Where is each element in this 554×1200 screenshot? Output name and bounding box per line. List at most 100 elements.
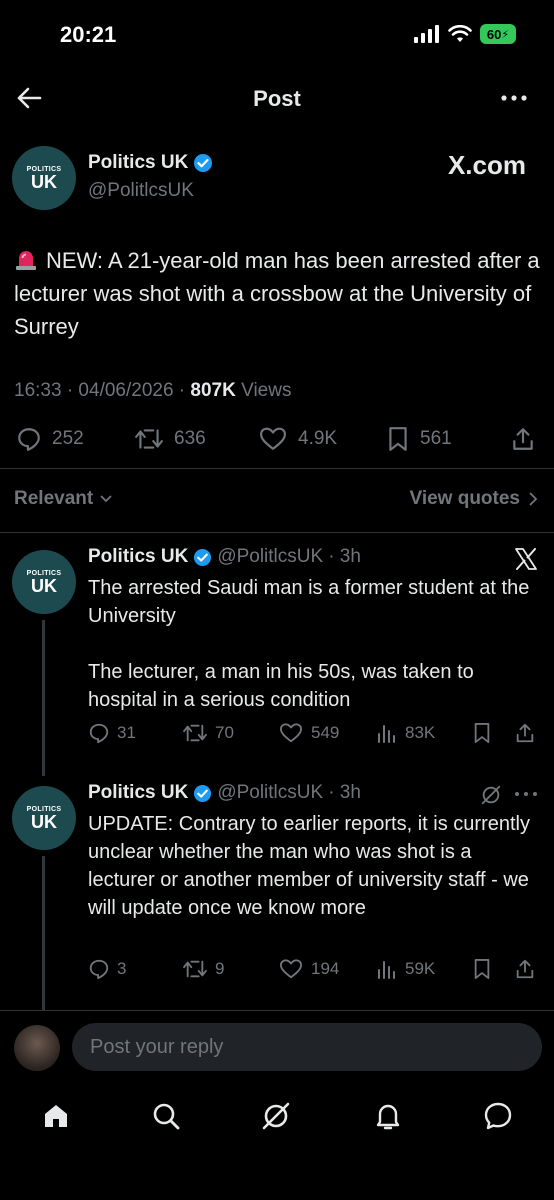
more-options-button[interactable] <box>500 88 528 108</box>
bell-icon <box>376 1104 400 1130</box>
repost-icon <box>183 724 207 742</box>
x-logo-icon <box>515 548 537 570</box>
repost-icon <box>183 960 207 978</box>
reply-repost-button[interactable]: 9 <box>182 958 224 980</box>
search-icon <box>153 1103 180 1130</box>
reply-views-button[interactable]: 59K <box>376 958 435 980</box>
tab-messages[interactable] <box>482 1100 514 1132</box>
battery-indicator: 60 ⚡ <box>480 24 516 44</box>
divider <box>0 468 554 469</box>
post-meta: 16:33 · 04/06/2026 · 807K Views <box>14 380 291 402</box>
messages-icon <box>484 1102 512 1130</box>
reply-bookmark-button[interactable] <box>472 958 492 980</box>
reply-like-button[interactable]: 194 <box>278 958 339 980</box>
repost-count: 636 <box>174 428 206 449</box>
reply-author-handle[interactable]: @PolitlcsUK <box>217 546 323 568</box>
reply-count: 31 <box>117 723 136 742</box>
grok-icon <box>481 785 501 805</box>
reply-like-button[interactable]: 549 <box>278 722 339 744</box>
thread-line <box>42 856 45 1010</box>
like-count: 549 <box>311 723 340 742</box>
bookmark-icon <box>474 959 490 979</box>
home-icon <box>45 1105 67 1127</box>
reply-time: · 3h <box>328 546 361 567</box>
tab-home[interactable] <box>40 1100 72 1132</box>
reply-avatar[interactable]: POLITICS UK <box>12 786 76 850</box>
status-icons: 60 ⚡ <box>414 24 516 44</box>
reply-reply-button[interactable]: 31 <box>88 722 136 744</box>
views-count: 59K <box>405 959 436 978</box>
source-label: X.com <box>447 150 526 180</box>
share-icon <box>516 959 534 979</box>
page-title: Post <box>253 86 301 111</box>
divider <box>0 532 554 533</box>
reply-share-button[interactable] <box>514 958 536 980</box>
views-icon <box>378 725 395 743</box>
reply-author-name[interactable]: Politics UK <box>88 782 188 804</box>
bookmark-icon <box>389 427 407 451</box>
reply-bookmark-button[interactable] <box>472 722 492 744</box>
like-button[interactable]: 4.9K <box>258 426 337 452</box>
reply-avatar[interactable]: POLITICS UK <box>12 550 76 614</box>
reply-time: · 3h <box>328 782 361 803</box>
wifi-icon <box>448 25 472 42</box>
reply-input-placeholder: Post your reply <box>90 1035 224 1058</box>
reply-repost-button[interactable]: 70 <box>182 722 234 744</box>
battery-level: 60 <box>486 26 502 42</box>
post-body: NEW: A 21-year-old man has been arrested… <box>14 248 540 339</box>
reply-count: 252 <box>52 428 84 449</box>
views-icon <box>378 961 395 979</box>
view-quotes-link[interactable]: View quotes <box>409 488 538 510</box>
thread-line <box>42 620 45 776</box>
like-count: 194 <box>311 959 340 978</box>
divider <box>0 1010 554 1011</box>
reply-input[interactable]: Post your reply <box>72 1023 542 1071</box>
source-logo <box>514 548 538 570</box>
reply-author-name[interactable]: Politics UK <box>88 546 188 568</box>
heart-icon <box>279 723 302 743</box>
author-name[interactable]: Politics UK <box>88 152 213 174</box>
reply-views-button[interactable]: 83K <box>376 722 435 744</box>
view-quotes-label: View quotes <box>409 488 520 509</box>
repost-count: 70 <box>215 723 234 742</box>
tab-grok[interactable] <box>260 1100 292 1132</box>
post-text: NEW: A 21-year-old man has been arrested… <box>14 244 542 343</box>
share-icon <box>516 723 534 743</box>
author-handle[interactable]: @PolitlcsUK <box>88 180 194 202</box>
reply-icon <box>89 959 109 980</box>
views-count: 807K <box>190 380 236 401</box>
signal-icon <box>414 25 439 43</box>
share-button[interactable] <box>510 426 536 452</box>
reply-header: Politics UK @PolitlcsUK · 3h <box>88 546 361 568</box>
reply-icon <box>18 428 40 451</box>
share-icon <box>513 428 533 450</box>
verified-badge-icon <box>194 784 212 802</box>
reply-button[interactable]: 252 <box>16 426 84 452</box>
more-icon <box>501 95 527 101</box>
tab-search[interactable] <box>150 1100 182 1132</box>
reply-text: UPDATE: Contrary to earlier reports, it … <box>88 813 530 919</box>
views-count: 83K <box>405 723 436 742</box>
heart-icon <box>260 427 286 450</box>
tab-notifications[interactable] <box>372 1100 404 1132</box>
reply-text: The arrested Saudi man is a former stude… <box>88 577 530 711</box>
reply-author-handle[interactable]: @PolitlcsUK <box>217 782 323 804</box>
grok-button[interactable] <box>480 784 502 806</box>
bookmark-icon <box>474 723 490 743</box>
reply-share-button[interactable] <box>514 722 536 744</box>
current-user-avatar[interactable] <box>14 1025 60 1071</box>
reply-reply-button[interactable]: 3 <box>88 958 126 980</box>
reply-count: 3 <box>117 959 127 978</box>
grok-icon <box>262 1102 290 1130</box>
author-avatar[interactable]: POLITICS UK <box>12 146 76 210</box>
author-name-text: Politics UK <box>88 152 189 173</box>
repost-button[interactable]: 636 <box>134 426 206 452</box>
reply-more-button[interactable] <box>514 786 538 802</box>
chevron-right-icon <box>529 492 538 506</box>
chevron-down-icon <box>100 495 112 503</box>
bookmark-button[interactable]: 561 <box>386 426 452 452</box>
avatar-text-big: UK <box>31 575 57 596</box>
reply-header: Politics UK @PolitlcsUK · 3h <box>88 782 361 804</box>
bookmark-count: 561 <box>420 428 452 449</box>
relevance-dropdown[interactable]: Relevant <box>14 488 113 510</box>
